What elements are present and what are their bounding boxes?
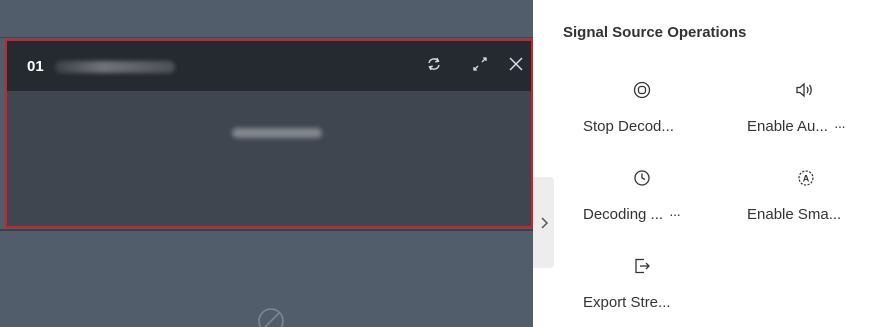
stop-circle-icon <box>633 81 651 99</box>
export-stream-button[interactable]: Export Stre... <box>583 256 723 326</box>
refresh-icon[interactable] <box>425 55 443 73</box>
panel-title: Signal Source Operations <box>563 24 747 41</box>
speaker-icon <box>796 82 812 98</box>
window-name-blurred <box>55 61 175 73</box>
window-header: 01 <box>7 41 531 91</box>
fullscreen-icon[interactable] <box>471 55 489 73</box>
auto-a-icon: A <box>798 170 814 186</box>
stop-decoding-button[interactable]: Stop Decod... <box>583 80 723 150</box>
chevron-right-icon <box>540 216 548 229</box>
stop-decoding-label: Stop Decod... <box>583 118 674 135</box>
export-icon <box>635 258 650 274</box>
enable-audio-label: Enable Au... <box>747 118 828 135</box>
enable-audio-button[interactable]: Enable Au... ··· <box>747 80 887 150</box>
panel-collapse-handle[interactable] <box>533 177 554 268</box>
clock-icon <box>634 170 650 186</box>
window-status-blurred <box>232 128 322 138</box>
more-options-icon[interactable]: ··· <box>834 118 846 134</box>
decoding-label: Decoding ... <box>583 206 664 223</box>
video-wall: 01 <box>0 0 533 327</box>
export-stream-label: Export Stre... <box>583 294 671 311</box>
wall-top-cell[interactable] <box>0 0 533 38</box>
more-options-icon[interactable]: ··· <box>669 206 681 222</box>
signal-source-panel: Signal Source Operations Stop Decod... E… <box>554 0 888 327</box>
window-divider <box>0 229 533 231</box>
close-icon[interactable] <box>507 55 525 73</box>
enable-smart-label: Enable Sma... <box>747 206 842 223</box>
decoding-button[interactable]: Decoding ... ··· <box>583 168 723 238</box>
window-index: 01 <box>27 58 44 75</box>
no-signal-icon <box>258 308 284 327</box>
svg-text:A: A <box>803 174 810 184</box>
selected-video-window[interactable]: 01 <box>5 39 533 228</box>
enable-smart-button[interactable]: A Enable Sma... <box>747 168 887 238</box>
